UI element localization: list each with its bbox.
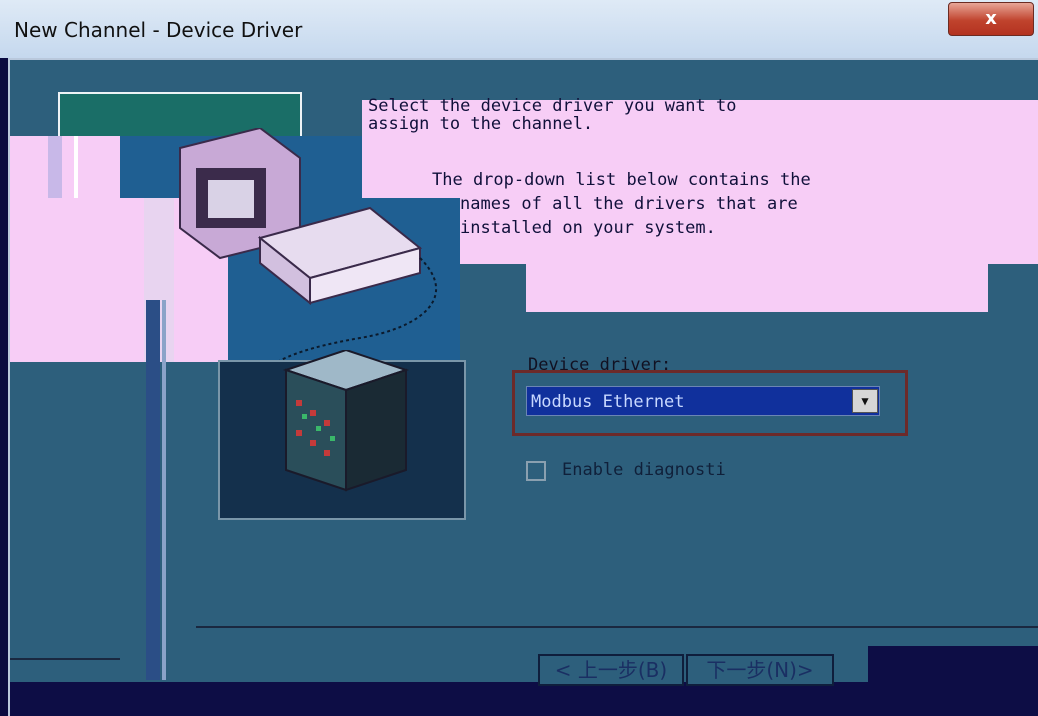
computer-icon bbox=[179, 128, 437, 388]
enable-diagnostics-label: Enable diagnosti bbox=[562, 460, 726, 480]
device-driver-select[interactable]: Modbus Ethernet bbox=[526, 386, 880, 416]
server-icon bbox=[282, 350, 410, 492]
enable-diagnostics-checkbox[interactable] bbox=[526, 461, 546, 481]
left-divider bbox=[146, 300, 160, 680]
bottom-band bbox=[10, 682, 1038, 716]
instruction-line-1: Select the device driver you want to bbox=[368, 96, 737, 116]
stripe-2 bbox=[74, 136, 78, 198]
stripe-1 bbox=[48, 136, 62, 198]
instruction-line-2: assign to the channel. bbox=[368, 114, 594, 134]
close-button[interactable]: x bbox=[948, 2, 1034, 36]
dropdown-arrow-button[interactable]: ▼ bbox=[852, 389, 878, 413]
back-button[interactable]: < 上一步(B) bbox=[538, 654, 684, 686]
next-button[interactable]: 下一步(N)> bbox=[686, 654, 834, 686]
bottom-band-right bbox=[868, 646, 1038, 686]
footer-separator bbox=[196, 626, 1038, 628]
left-separator bbox=[10, 658, 120, 660]
chevron-down-icon: ▼ bbox=[861, 394, 869, 408]
band-right-lower bbox=[526, 264, 988, 312]
title-bar: New Channel - Device Driver x bbox=[0, 0, 1038, 58]
instruction-line-4: names of all the drivers that are bbox=[460, 194, 798, 214]
instruction-line-5: installed on your system. bbox=[460, 218, 716, 238]
window-title: New Channel - Device Driver bbox=[14, 18, 303, 42]
instruction-line-3: The drop-down list below contains the bbox=[432, 170, 811, 190]
close-icon: x bbox=[985, 8, 997, 29]
